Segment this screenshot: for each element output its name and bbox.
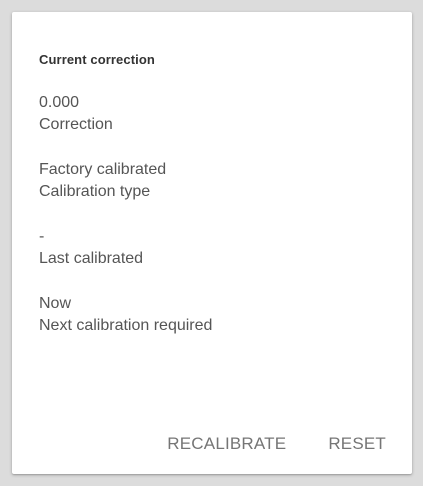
next-calibration-label: Next calibration required [39,317,213,334]
last-calibrated-label: Last calibrated [39,250,144,267]
next-calibration-value: Now [39,295,72,312]
card-title: Current correction [39,52,155,67]
correction-entry: 0.000 Correction [39,92,113,136]
next-calibration-entry: Now Next calibration required [39,293,212,337]
correction-value: 0.000 [39,94,80,111]
current-correction-card: Current correction 0.000 Correction Fact… [12,12,412,474]
calibration-type-entry: Factory calibrated Calibration type [39,159,166,203]
card-actions: RECALIBRATE RESET [163,430,390,458]
calibration-type-value: Factory calibrated [39,161,167,178]
calibration-type-label: Calibration type [39,183,151,200]
correction-label: Correction [39,116,113,133]
last-calibrated-entry: - Last calibrated [39,226,143,270]
recalibrate-button[interactable]: RECALIBRATE [163,430,290,458]
last-calibrated-value: - [39,228,45,245]
reset-button[interactable]: RESET [324,430,390,458]
